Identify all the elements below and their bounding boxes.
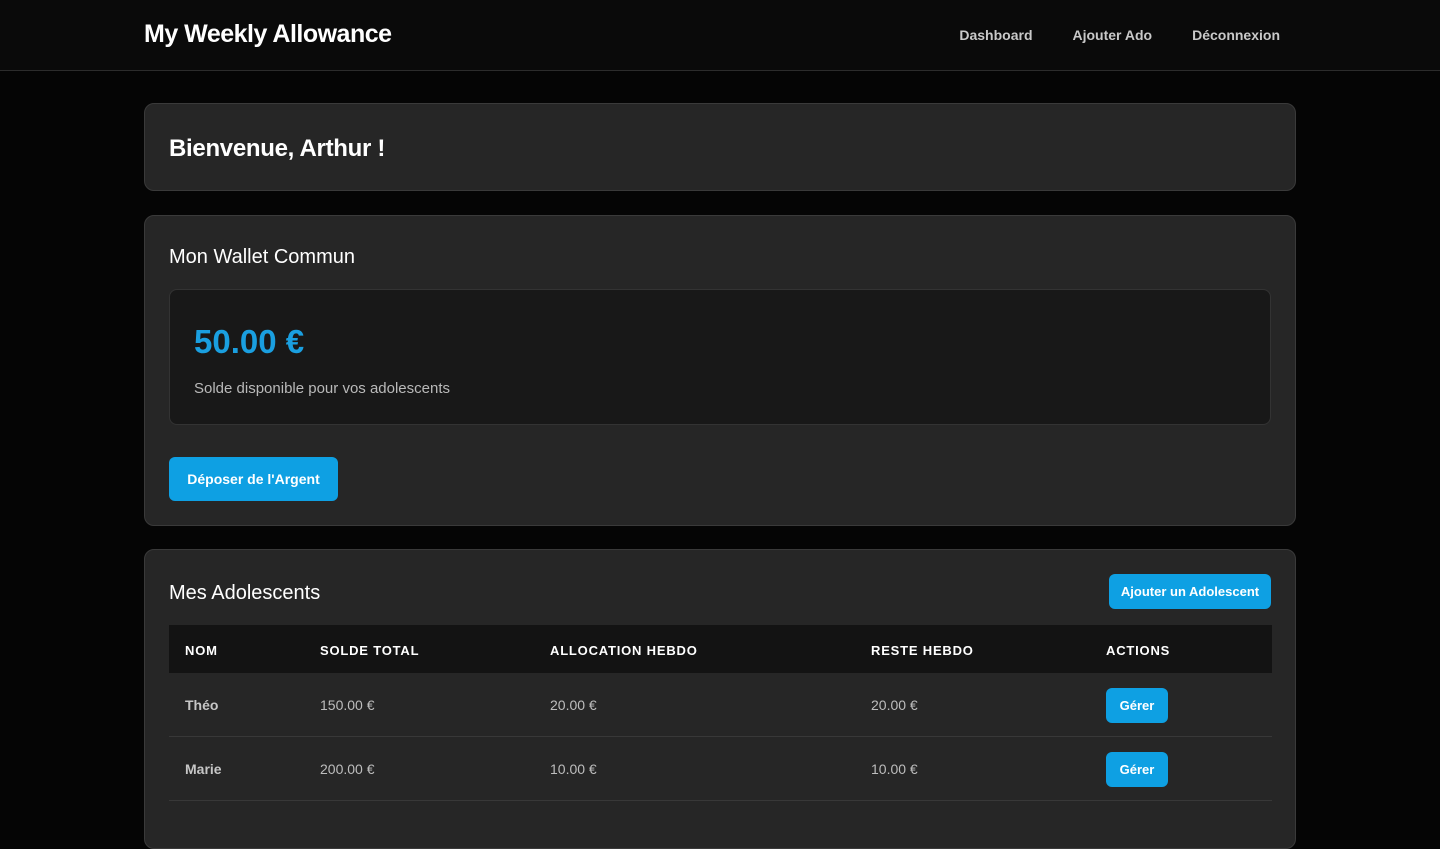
teens-title: Mes Adolescents — [169, 582, 321, 604]
top-navbar: My Weekly Allowance Dashboard Ajouter Ad… — [0, 0, 1440, 71]
teen-allowance: 20.00 € — [550, 697, 597, 713]
teen-name: Marie — [185, 761, 222, 777]
wallet-balance-box: 50.00 € Solde disponible pour vos adoles… — [169, 289, 1271, 425]
wallet-card: Mon Wallet Commun 50.00 € Solde disponib… — [144, 215, 1296, 526]
wallet-subtitle: Solde disponible pour vos adolescents — [194, 380, 451, 397]
welcome-title: Bienvenue, Arthur ! — [169, 135, 386, 162]
teens-card: Mes Adolescents Ajouter un Adolescent No… — [144, 549, 1296, 849]
brand-title[interactable]: My Weekly Allowance — [144, 20, 392, 49]
teen-allowance: 10.00 € — [550, 761, 597, 777]
manage-button[interactable]: Gérer — [1106, 752, 1168, 787]
wallet-amount: 50.00 € — [194, 323, 305, 360]
column-header-name: Nom — [185, 643, 218, 658]
teen-name: Théo — [185, 697, 219, 713]
welcome-card: Bienvenue, Arthur ! — [144, 103, 1296, 191]
main-nav: Dashboard Ajouter Ado Déconnexion — [959, 27, 1280, 43]
table-row: Marie 200.00 € 10.00 € 10.00 € Gérer — [169, 737, 1272, 801]
column-header-actions: Actions — [1106, 643, 1171, 658]
column-header-remaining: Reste Hebdo — [871, 643, 974, 658]
teen-remaining: 10.00 € — [871, 761, 918, 777]
manage-button[interactable]: Gérer — [1106, 688, 1168, 723]
teens-table: Nom Solde Total Allocation Hebdo Reste H… — [169, 625, 1272, 801]
column-header-balance: Solde Total — [320, 643, 420, 658]
add-teen-button[interactable]: Ajouter un Adolescent — [1109, 574, 1271, 609]
teen-remaining: 20.00 € — [871, 697, 918, 713]
table-header: Nom Solde Total Allocation Hebdo Reste H… — [169, 625, 1272, 673]
teen-balance: 150.00 € — [320, 697, 375, 713]
wallet-title: Mon Wallet Commun — [169, 246, 355, 268]
deposit-button[interactable]: Déposer de l'Argent — [169, 457, 338, 501]
nav-logout-link[interactable]: Déconnexion — [1192, 27, 1280, 43]
nav-add-teen-link[interactable]: Ajouter Ado — [1073, 27, 1153, 43]
nav-dashboard-link[interactable]: Dashboard — [959, 27, 1032, 43]
column-header-allowance: Allocation Hebdo — [550, 643, 698, 658]
table-row: Théo 150.00 € 20.00 € 20.00 € Gérer — [169, 673, 1272, 737]
teen-balance: 200.00 € — [320, 761, 375, 777]
